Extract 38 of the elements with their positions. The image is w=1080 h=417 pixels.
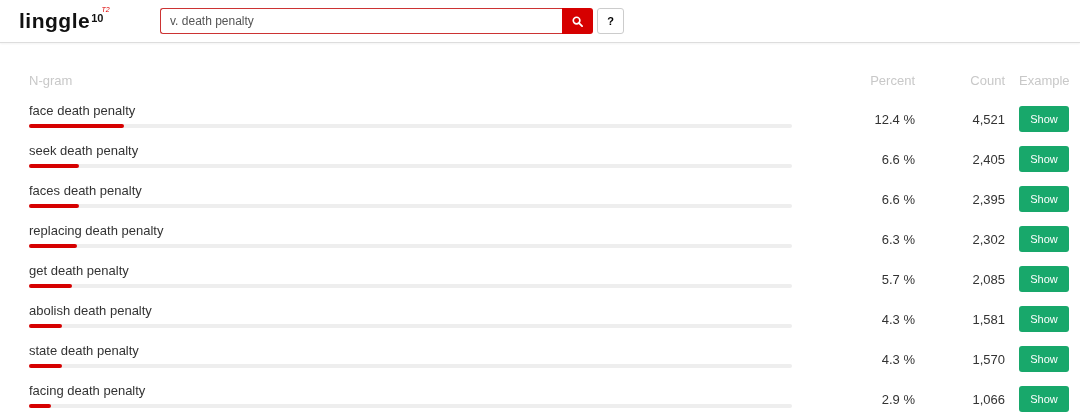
ngram-text: facing death penalty [29,383,147,398]
ngram-text: state death penalty [29,343,140,358]
show-button[interactable]: Show [1019,266,1069,292]
percent-cell: 4.3 % [881,311,915,327]
show-button[interactable]: Show [1019,346,1069,372]
help-button[interactable]: ? [597,8,624,34]
percent-cell: 12.4 % [874,111,915,127]
count-cell: 2,085 [972,271,1005,287]
percent-cell: 6.3 % [881,231,915,247]
logo-version: 10 [91,12,104,24]
search-button[interactable] [562,8,593,34]
count-cell: 2,302 [972,231,1005,247]
show-button[interactable]: Show [1019,106,1069,132]
percent-cell: 2.9 % [881,391,915,407]
ngram-text: replacing death penalty [29,223,165,238]
count-cell: 2,395 [972,191,1005,207]
search-icon [572,15,583,27]
percent-cell: 4.3 % [881,351,915,367]
show-button[interactable]: Show [1019,306,1069,332]
show-button[interactable]: Show [1019,226,1069,252]
logo-text: linggle [19,9,91,33]
ngram-text: abolish death penalty [29,303,153,318]
percent-cell: 6.6 % [881,151,915,167]
ngram-text: get death penalty [29,263,130,278]
ngram-text: seek death penalty [29,143,140,158]
percent-cell: 6.6 % [881,191,915,207]
count-cell: 1,581 [972,311,1005,327]
count-cell: 1,066 [972,391,1005,407]
show-button[interactable]: Show [1019,186,1069,212]
percent-cell: 5.7 % [881,271,915,287]
count-cell: 4,521 [972,111,1005,127]
count-cell: 1,570 [972,351,1005,367]
show-button[interactable]: Show [1019,146,1069,172]
show-button[interactable]: Show [1019,386,1069,412]
search-field[interactable]: v. death penalty [160,8,562,34]
ngram-text: face death penalty [29,103,137,118]
count-cell: 2,405 [972,151,1005,167]
ngram-text: faces death penalty [29,183,143,198]
